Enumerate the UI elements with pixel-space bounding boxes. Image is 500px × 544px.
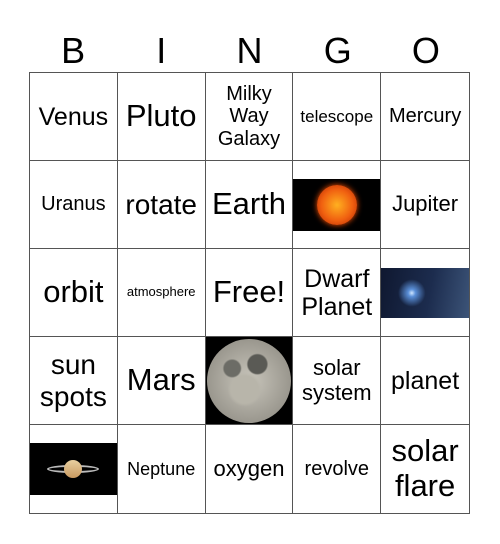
bingo-cell[interactable]: Mars [117, 337, 206, 425]
bingo-cell[interactable]: Free! [205, 249, 294, 337]
bingo-grid: Venus Pluto Milky Way Galaxy telescope M… [29, 72, 470, 514]
bingo-cell[interactable]: orbit [30, 249, 118, 337]
cell-text: planet [391, 366, 460, 395]
sun-icon [316, 184, 357, 225]
bingo-cell[interactable]: rotate [117, 161, 206, 249]
cell-text: telescope [300, 106, 374, 126]
cell-text: rotate [125, 188, 197, 220]
saturn-image [30, 443, 117, 495]
bingo-cell[interactable] [381, 249, 469, 337]
cell-text: Mercury [388, 105, 462, 128]
header-letter-b: B [61, 30, 86, 71]
cell-text: Milky Way Galaxy [217, 82, 281, 150]
cell-text: orbit [43, 274, 104, 310]
cell-text: Venus [38, 102, 109, 131]
cell-text: oxygen [213, 455, 285, 481]
cell-text: Free! [212, 274, 286, 310]
bingo-cell[interactable] [205, 337, 294, 425]
header-letter-i: I [156, 30, 167, 71]
bingo-cell[interactable]: Earth [205, 161, 294, 249]
cell-text: atmosphere [126, 284, 196, 300]
bingo-cell[interactable]: oxygen [206, 425, 294, 513]
header-letter-o: O [411, 30, 440, 71]
bingo-cell[interactable]: Jupiter [381, 161, 469, 249]
bingo-cell[interactable] [30, 425, 118, 513]
moon-image [205, 337, 293, 424]
bingo-cell[interactable]: Pluto [117, 73, 206, 161]
header-letter-n: N [236, 30, 263, 71]
bingo-cell[interactable] [293, 161, 382, 249]
cell-text: sun spots [39, 349, 107, 412]
bingo-cell[interactable]: Neptune [118, 425, 206, 513]
cell-text: Mars [126, 362, 196, 398]
saturn-icon [64, 460, 83, 478]
cell-text: Pluto [125, 98, 197, 134]
bingo-cell[interactable]: solar system [293, 337, 382, 425]
bingo-cell[interactable]: sun spots [30, 337, 118, 425]
cell-text: revolve [304, 457, 370, 480]
cell-text: Neptune [127, 458, 196, 479]
bingo-cell[interactable]: Milky Way Galaxy [205, 73, 294, 161]
bingo-cell[interactable]: solar flare [381, 425, 469, 513]
bingo-cell[interactable]: Dwarf Planet [293, 249, 382, 337]
cell-text: Earth [211, 186, 287, 222]
bingo-cell[interactable]: atmosphere [117, 249, 206, 337]
bingo-cell[interactable]: planet [381, 337, 469, 425]
bingo-cell[interactable]: Uranus [30, 161, 118, 249]
moon-icon [206, 338, 291, 423]
cell-text: Uranus [41, 193, 106, 216]
cell-text: solar system [301, 354, 372, 405]
star-image [381, 267, 469, 318]
bingo-cell[interactable]: Mercury [381, 73, 469, 161]
bingo-header: B I N G O [29, 30, 470, 72]
bingo-cell[interactable]: telescope [293, 73, 382, 161]
bingo-cell[interactable]: revolve [293, 425, 382, 513]
cell-text: Jupiter [392, 191, 459, 217]
cell-text: solar flare [391, 433, 459, 503]
cell-text: Dwarf Planet [301, 264, 373, 321]
header-letter-g: G [323, 30, 352, 71]
sun-image [293, 178, 381, 231]
bingo-cell[interactable]: Venus [30, 73, 118, 161]
